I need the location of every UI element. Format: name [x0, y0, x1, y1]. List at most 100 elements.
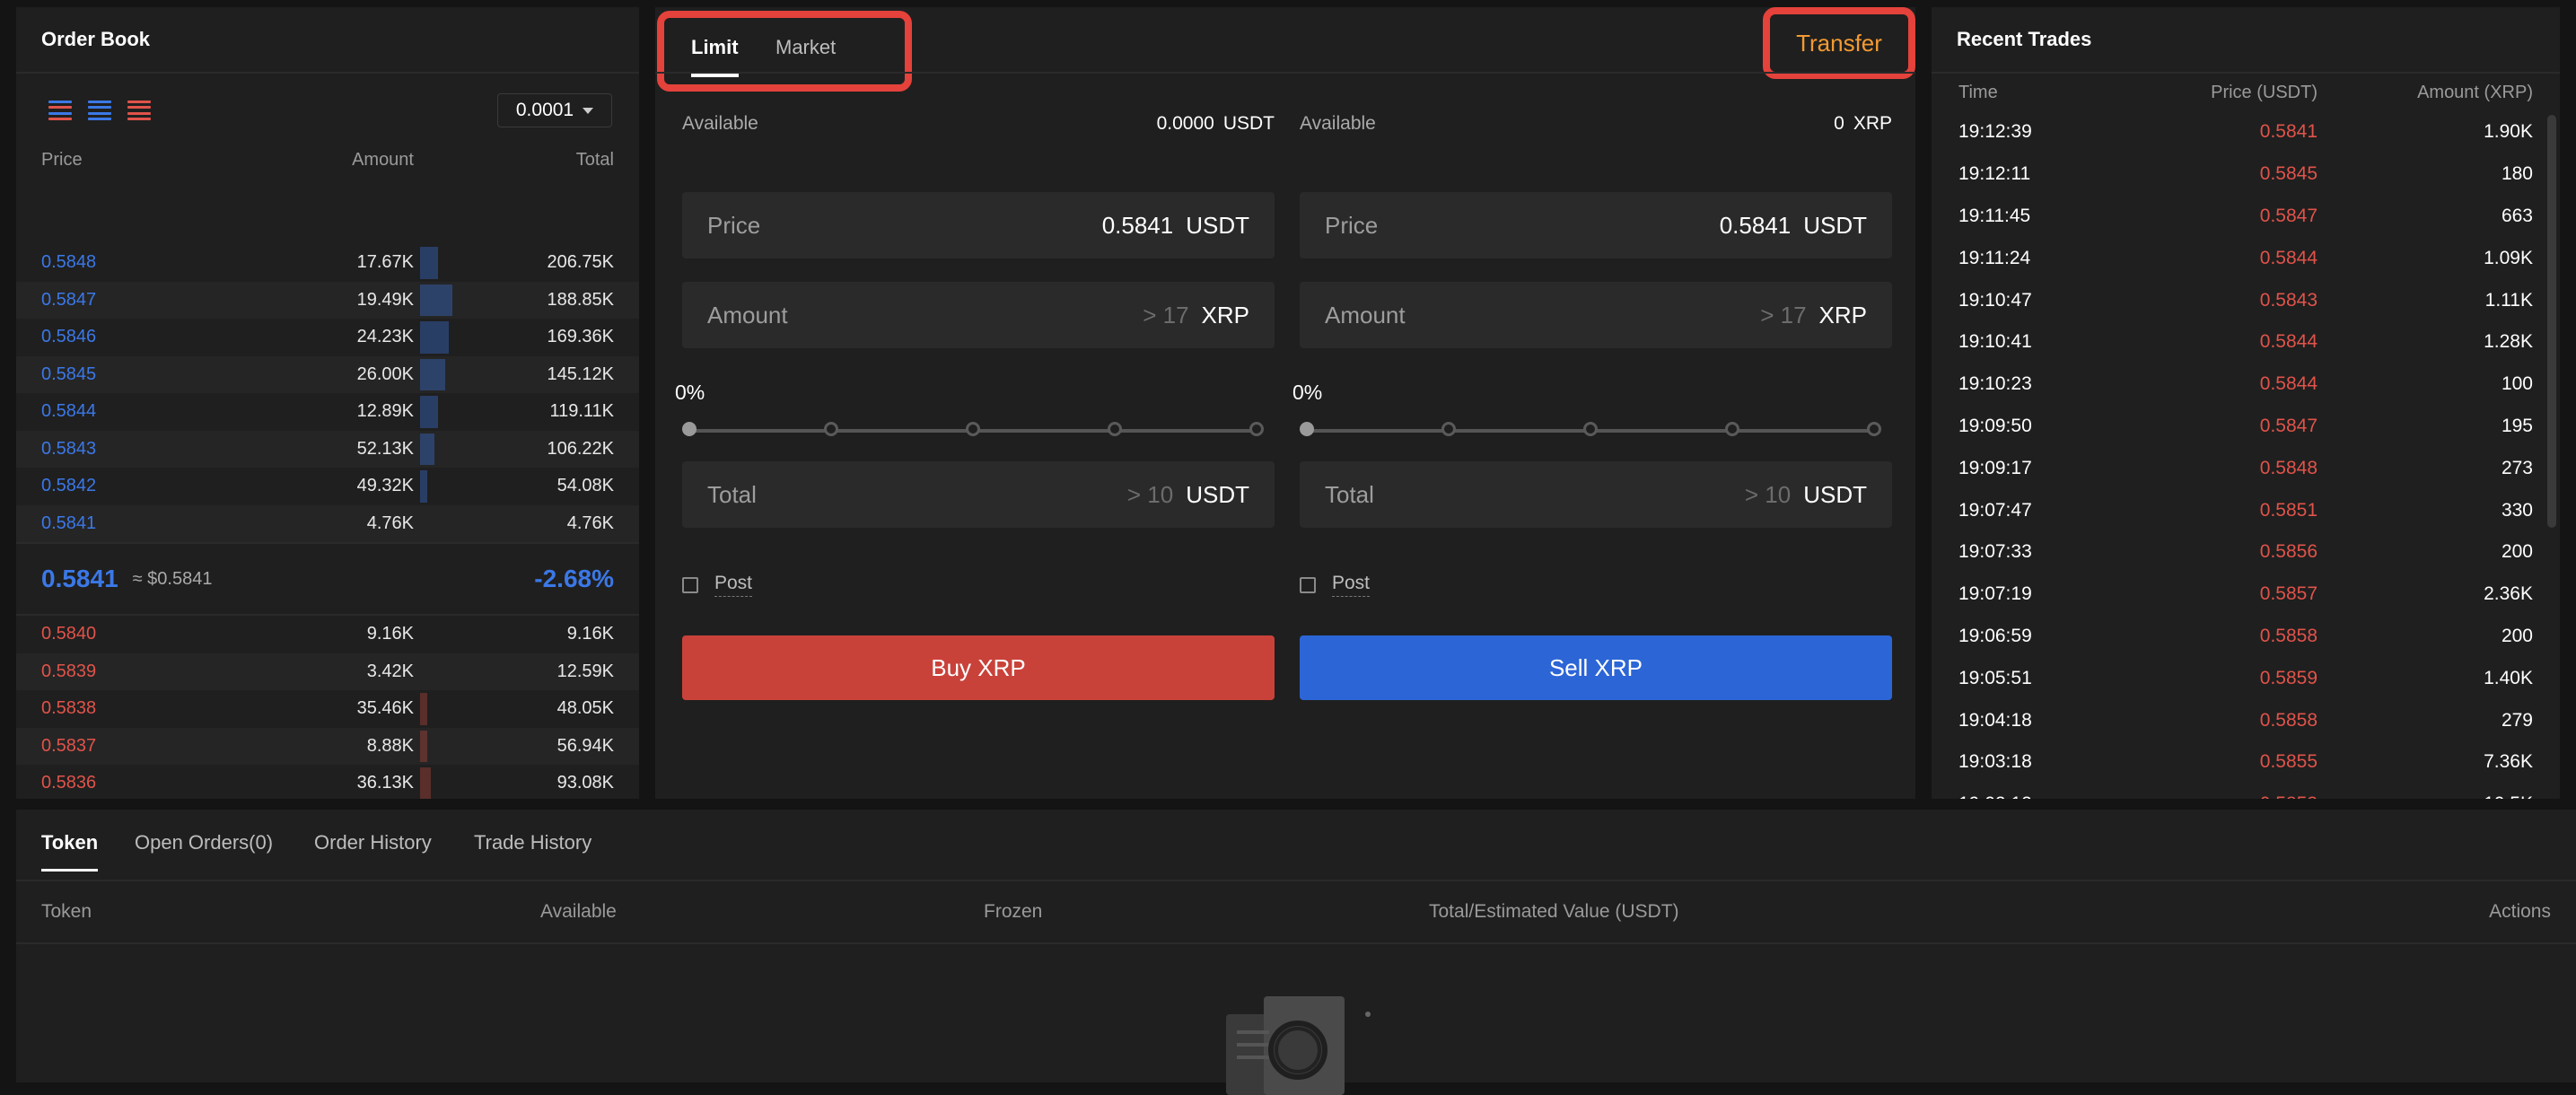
asks-list: 0.5848 17.67K 206.75K 0.5847 19.49K 188.85K 0.…	[16, 244, 639, 542]
order-book-title: Order Book	[16, 7, 639, 74]
ask-price: 0.5843	[41, 438, 97, 459]
ask-price: 0.5848	[41, 252, 97, 273]
ask-row[interactable]: 0.5841 4.76K 4.76K	[16, 504, 639, 542]
scrollbar[interactable]	[2547, 115, 2556, 528]
trade-amount: 279	[2501, 709, 2533, 731]
slider-step-50[interactable]	[966, 422, 980, 436]
buy-post-checkbox[interactable]	[682, 576, 698, 593]
bid-amount: 8.88K	[366, 735, 414, 756]
col-available: Available	[540, 901, 617, 922]
assets-panel: Token Open Orders(0) Order History Trade…	[16, 810, 2576, 1095]
slider-step-100[interactable]	[1249, 422, 1264, 436]
sell-post-checkbox[interactable]	[1300, 576, 1316, 593]
trade-amount: 1.09K	[2484, 247, 2533, 268]
slider-step-25[interactable]	[824, 422, 838, 436]
bid-price: 0.5838	[41, 698, 97, 719]
sell-column: Available 0 XRP Price 0.5841 USDT Amount…	[1292, 106, 1892, 700]
ask-row[interactable]: 0.5843 52.13K 106.22K	[16, 430, 639, 468]
trade-row: 19:02:120.585310.5K	[1932, 784, 2560, 799]
buy-total-label: Total	[707, 480, 757, 508]
view-asks-icon[interactable]	[127, 101, 151, 120]
buy-column: Available 0.0000 USDT Price 0.5841 USDT …	[675, 106, 1275, 700]
ask-amount: 19.49K	[356, 289, 414, 310]
buy-percent: 0%	[675, 381, 705, 404]
slider-step-25[interactable]	[1441, 422, 1456, 436]
slider-step-100[interactable]	[1867, 422, 1881, 436]
sell-available-value: 0	[1834, 113, 1844, 134]
bid-row[interactable]: 0.5837 8.88K 56.94K	[16, 727, 639, 765]
trade-amount: 200	[2501, 625, 2533, 646]
slider-step-0[interactable]	[1300, 422, 1314, 436]
buy-price-field[interactable]: Price 0.5841 USDT	[682, 192, 1275, 258]
slider-step-50[interactable]	[1583, 422, 1598, 436]
view-bids-icon[interactable]	[88, 101, 111, 120]
ask-price: 0.5844	[41, 401, 97, 422]
recent-trades-list: 19:12:39 0.5841 1.90K 19:12:11 0.5845 180 19:1…	[1932, 111, 2560, 799]
trade-price: 0.5856	[2259, 541, 2318, 563]
col-total: Total	[575, 149, 614, 170]
buy-total-field[interactable]: Total > 10 USDT	[682, 461, 1275, 528]
tab-open-orders[interactable]: Open Orders(0)	[135, 831, 273, 854]
ask-row[interactable]: 0.5847 19.49K 188.85K	[16, 281, 639, 319]
tab-trade-history[interactable]: Trade History	[474, 831, 591, 854]
ask-row[interactable]: 0.5842 49.32K 54.08K	[16, 468, 639, 505]
bid-row[interactable]: 0.5836 36.13K 93.08K	[16, 765, 639, 799]
trade-time: 19:10:47	[1958, 289, 2032, 311]
buy-button[interactable]: Buy XRP	[682, 635, 1275, 700]
sell-amount-placeholder: > 17	[1760, 301, 1807, 328]
slider-step-75[interactable]	[1108, 422, 1122, 436]
sell-available: Available 0 XRP	[1300, 106, 1892, 142]
buy-amount-unit: XRP	[1201, 301, 1249, 328]
trade-price: 0.5855	[2259, 751, 2318, 773]
trade-price: 0.5853	[2138, 793, 2318, 799]
trade-row: 19:10:47 0.5843 1.11K	[1932, 279, 2560, 321]
buy-percent-slider[interactable]	[682, 420, 1264, 442]
ask-row[interactable]: 0.5844 12.89K 119.11K	[16, 393, 639, 431]
sell-post-label: Post	[1332, 573, 1371, 597]
sell-total-field[interactable]: Total > 10 USDT	[1300, 461, 1892, 528]
trade-row: 19:07:19 0.5857 2.36K	[1932, 574, 2560, 616]
sell-amount-unit: XRP	[1818, 301, 1867, 328]
trade-price: 0.5848	[2259, 457, 2318, 478]
col-actions: Actions	[2489, 901, 2551, 922]
trade-row: 19:07:33 0.5856 200	[1932, 531, 2560, 574]
trade-amount: 7.36K	[2484, 751, 2533, 773]
tab-market[interactable]: Market	[775, 36, 836, 59]
sell-total-unit: USDT	[1803, 480, 1867, 508]
trade-row: 19:12:39 0.5841 1.90K	[1932, 111, 2560, 153]
trade-time: 19:07:19	[1958, 583, 2032, 605]
sell-amount-field[interactable]: Amount > 17 XRP	[1300, 282, 1892, 348]
view-both-icon[interactable]	[48, 101, 72, 120]
sell-button[interactable]: Sell XRP	[1300, 635, 1892, 700]
trade-row: 19:03:18 0.5855 7.36K	[1932, 741, 2560, 784]
tab-limit[interactable]: Limit	[691, 36, 739, 77]
precision-select[interactable]: 0.0001	[497, 93, 612, 127]
buy-post-label: Post	[714, 573, 753, 597]
sell-percent-slider[interactable]	[1300, 420, 1881, 442]
tab-order-history[interactable]: Order History	[314, 831, 432, 854]
slider-step-75[interactable]	[1725, 422, 1739, 436]
ask-row[interactable]: 0.5845 26.00K 145.12K	[16, 355, 639, 393]
buy-price-unit: USDT	[1186, 211, 1249, 239]
sell-price-field[interactable]: Price 0.5841 USDT	[1300, 192, 1892, 258]
transfer-button[interactable]: Transfer	[1763, 7, 1915, 79]
bid-row[interactable]: 0.5839 3.42K 12.59K	[16, 653, 639, 690]
trade-amount: 330	[2501, 499, 2533, 521]
ask-row[interactable]: 0.5846 24.23K 169.36K	[16, 319, 639, 356]
bid-price: 0.5839	[41, 661, 97, 681]
order-book-toolbar: 0.0001	[16, 74, 639, 145]
ask-row[interactable]: 0.5848 17.67K 206.75K	[16, 244, 639, 282]
bids-list: 0.5840 9.16K 9.16K 0.5839 3.42K 12.59K 0.5838 3…	[16, 616, 639, 799]
recent-trades-title: Recent Trades	[1932, 7, 2560, 74]
buy-amount-field[interactable]: Amount > 17 XRP	[682, 282, 1275, 348]
tab-token[interactable]: Token	[41, 831, 99, 872]
trade-price: 0.5843	[2259, 289, 2318, 311]
slider-step-0[interactable]	[682, 422, 697, 436]
bid-row[interactable]: 0.5838 35.46K 48.05K	[16, 690, 639, 728]
sell-post-only: Post	[1300, 573, 1371, 597]
trade-form-panel: Limit Market Transfer Available 0.0000 U…	[655, 7, 1915, 799]
bid-row[interactable]: 0.5840 9.16K 9.16K	[16, 616, 639, 653]
ask-amount: 49.32K	[356, 476, 414, 496]
ask-amount: 17.67K	[356, 252, 414, 273]
sell-available-unit: XRP	[1853, 113, 1892, 134]
